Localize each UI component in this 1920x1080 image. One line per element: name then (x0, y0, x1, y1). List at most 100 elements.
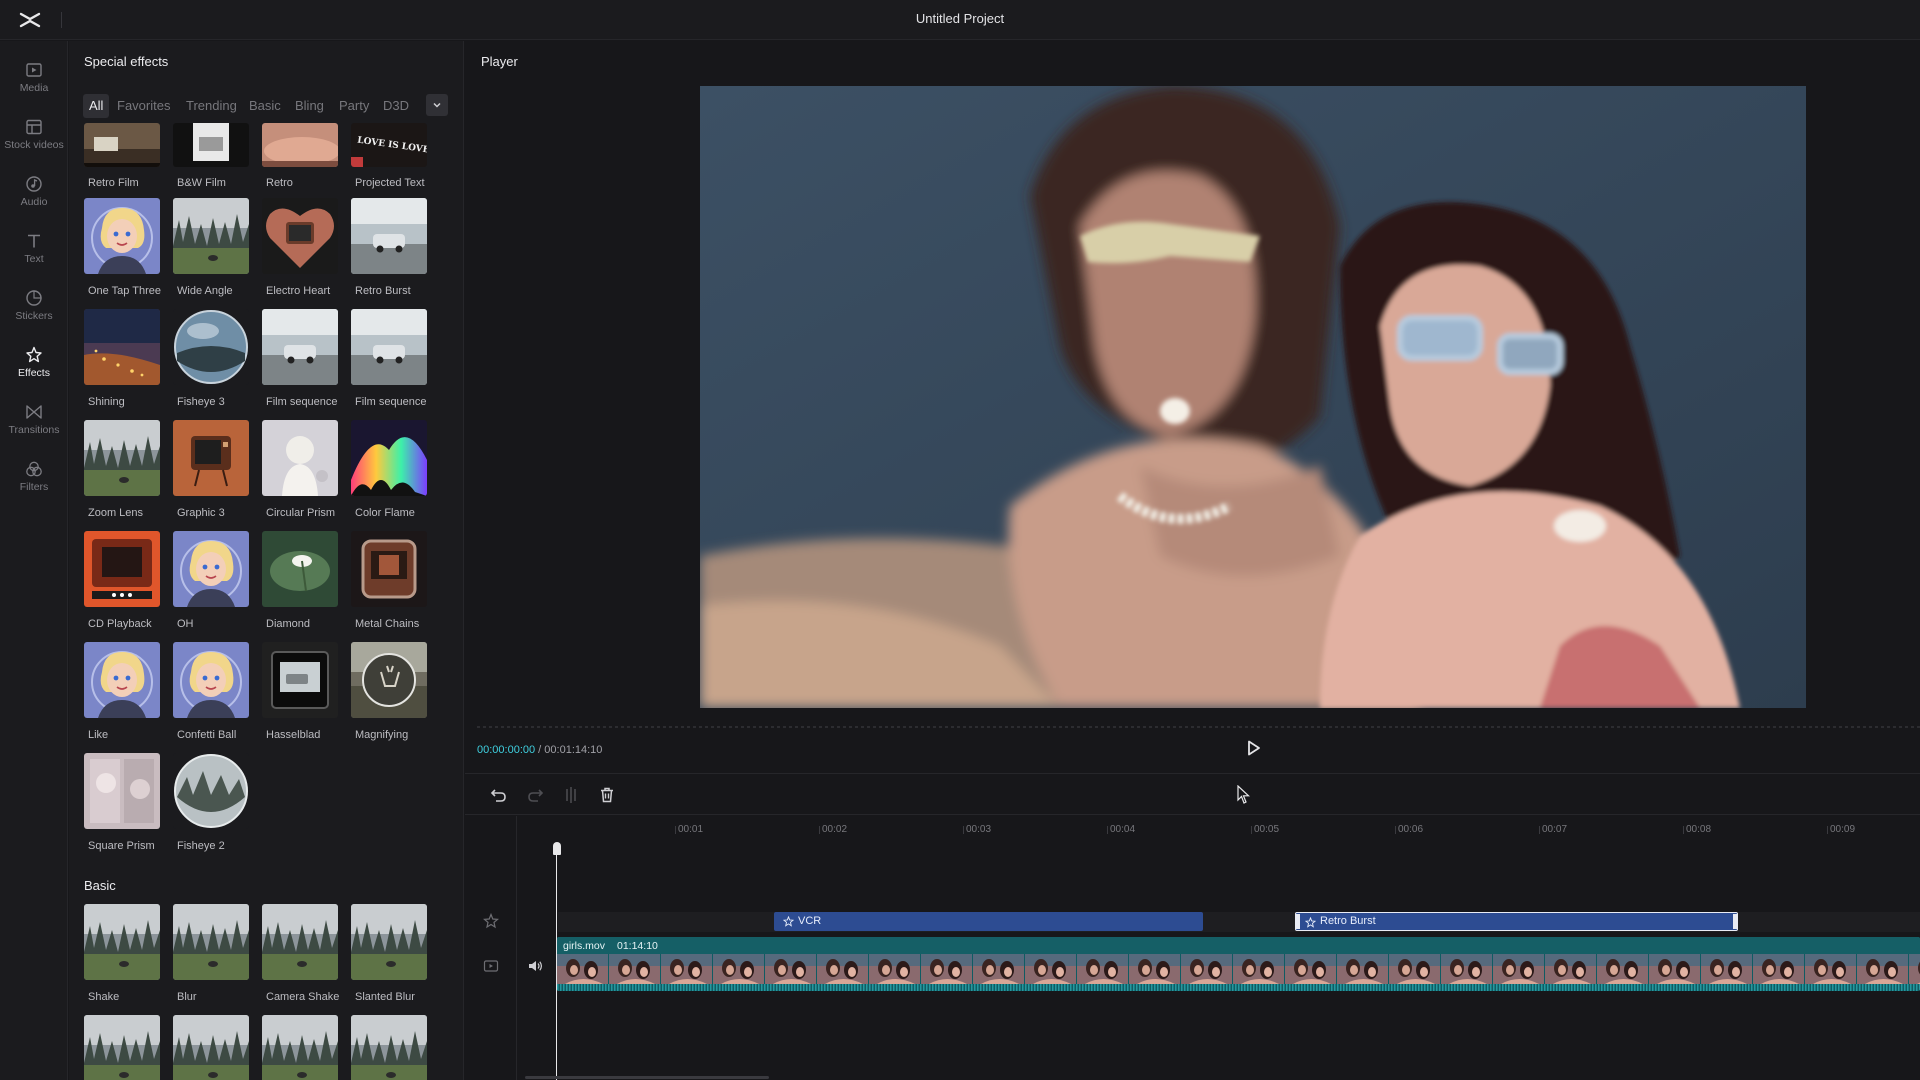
nav-media[interactable]: Media (0, 53, 68, 105)
effect-tile[interactable] (262, 1015, 340, 1080)
effect-tile[interactable]: Fisheye 2 (173, 753, 251, 860)
effect-tile[interactable]: Retro Burst (351, 198, 429, 305)
filmstrip-frame (1909, 954, 1920, 984)
nav-text[interactable]: Text (0, 224, 68, 276)
effect-tile[interactable]: Metal Chains (351, 531, 429, 638)
effect-thumbnail (262, 642, 338, 718)
effect-clip-retro-burst[interactable]: Retro Burst (1295, 912, 1738, 931)
nav-transitions[interactable]: Transitions (0, 395, 68, 447)
effect-tile[interactable] (173, 1015, 251, 1080)
scrub-bar[interactable] (477, 726, 1920, 728)
effect-label: Wide Angle (177, 285, 233, 297)
ruler-tick: 00:08 (1682, 824, 1712, 835)
effect-tile[interactable]: Shining (84, 309, 162, 416)
filmstrip-frame (1233, 954, 1284, 984)
filmstrip-frame (1285, 954, 1336, 984)
redo-icon[interactable] (525, 785, 545, 805)
nav-audio[interactable]: Audio (0, 167, 68, 219)
effect-tile[interactable]: Confetti Ball (173, 642, 251, 749)
ruler-tick: 00:02 (818, 824, 848, 835)
nav-label: Effects (18, 367, 50, 379)
effect-label: Blur (177, 991, 197, 1003)
effect-thumbnail (173, 642, 249, 718)
effect-tile[interactable] (84, 1015, 162, 1080)
effect-clip-vcr[interactable]: VCR (774, 912, 1203, 931)
effect-tile[interactable]: Square Prism (84, 753, 162, 860)
effect-tile[interactable]: Circular Prism (262, 420, 340, 527)
effect-tile[interactable]: Film sequence (262, 309, 340, 416)
effect-label: Color Flame (355, 507, 415, 519)
effect-tile[interactable]: CD Playback (84, 531, 162, 638)
effect-label: Hasselblad (266, 729, 321, 741)
effect-tile[interactable]: Film sequence (351, 309, 429, 416)
clip-filmstrip (557, 954, 1920, 984)
clip-duration: 01:14:10 (617, 940, 658, 952)
nav-filters[interactable]: Filters (0, 452, 68, 504)
nav-stickers[interactable]: Stickers (0, 281, 68, 333)
audio-icon (26, 176, 42, 192)
clip-header: girls.mov 01:14:10 (557, 937, 1920, 954)
undo-icon[interactable] (489, 785, 509, 805)
time-separator: / (535, 744, 545, 756)
filmstrip-frame (1597, 954, 1648, 984)
volume-icon[interactable] (527, 958, 543, 974)
timeline-scrollbar[interactable] (525, 1076, 769, 1079)
effect-thumbnail (262, 1015, 338, 1080)
filmstrip-frame (921, 954, 972, 984)
play-button[interactable] (1243, 738, 1263, 758)
effect-tile[interactable]: Shake (84, 904, 162, 1011)
filmstrip-frame (869, 954, 920, 984)
effect-tile[interactable]: Electro Heart (262, 198, 340, 305)
video-clip[interactable]: girls.mov 01:14:10 (557, 937, 1920, 991)
effect-tile[interactable]: Color Flame (351, 420, 429, 527)
nav-label: Audio (20, 196, 48, 208)
effect-thumbnail (351, 309, 427, 385)
filmstrip-frame (1129, 954, 1180, 984)
effect-label: Retro Burst (355, 285, 411, 297)
filmstrip-frame (1649, 954, 1700, 984)
playhead-handle[interactable] (553, 842, 561, 855)
playhead[interactable] (553, 842, 561, 1080)
effect-tile[interactable]: Fisheye 3 (173, 309, 251, 416)
effect-clip-label: Retro Burst (1320, 915, 1376, 927)
effect-tile[interactable]: Like (84, 642, 162, 749)
time-ruler[interactable]: 00:01 00:02 00:03 00:04 00:05 00:06 00:07 00:08… (517, 816, 1920, 840)
effect-thumbnail (84, 123, 160, 167)
effect-tile[interactable]: Slanted Blur (351, 904, 429, 1011)
effect-thumbnail (173, 1015, 249, 1080)
effect-tile[interactable]: Wide Angle (173, 198, 251, 305)
effect-tile[interactable]: One Tap Three (84, 198, 162, 305)
filmstrip-frame (1181, 954, 1232, 984)
effect-tile[interactable]: Zoom Lens (84, 420, 162, 527)
effect-label: B&W Film (177, 177, 226, 189)
nav-effects[interactable]: Effects (0, 338, 68, 390)
filmstrip-frame (1493, 954, 1544, 984)
effect-thumbnail (84, 531, 160, 607)
effect-label: Square Prism (88, 840, 155, 852)
effect-tile[interactable]: OH (173, 531, 251, 638)
effect-tile[interactable]: Magnifying (351, 642, 429, 749)
project-title[interactable]: Untitled Project (0, 11, 1920, 26)
effect-tile[interactable]: Graphic 3 (173, 420, 251, 527)
effect-thumbnail (262, 531, 338, 607)
title-bar: Untitled Project (0, 0, 1920, 40)
effect-tile[interactable]: Camera Shake (262, 904, 340, 1011)
effect-tile[interactable]: Hasselblad (262, 642, 340, 749)
effect-tile[interactable] (351, 1015, 429, 1080)
video-preview[interactable] (700, 86, 1806, 708)
media-icon (26, 63, 42, 77)
effect-tile[interactable]: Blur (173, 904, 251, 1011)
effects-icon (26, 346, 42, 363)
filmstrip-frame (557, 954, 608, 984)
filmstrip-frame (1077, 954, 1128, 984)
audio-waveform (557, 984, 1920, 991)
delete-icon[interactable] (597, 785, 617, 805)
nav-stock-videos[interactable]: Stock videos (0, 110, 68, 162)
stock-videos-icon (26, 119, 42, 135)
split-icon[interactable] (561, 785, 581, 805)
effect-star-icon (783, 916, 794, 927)
current-time: 00:00:00:00 (477, 744, 536, 756)
effect-tile[interactable]: Diamond (262, 531, 340, 638)
filmstrip-frame (1805, 954, 1856, 984)
nav-label: Media (19, 82, 49, 94)
